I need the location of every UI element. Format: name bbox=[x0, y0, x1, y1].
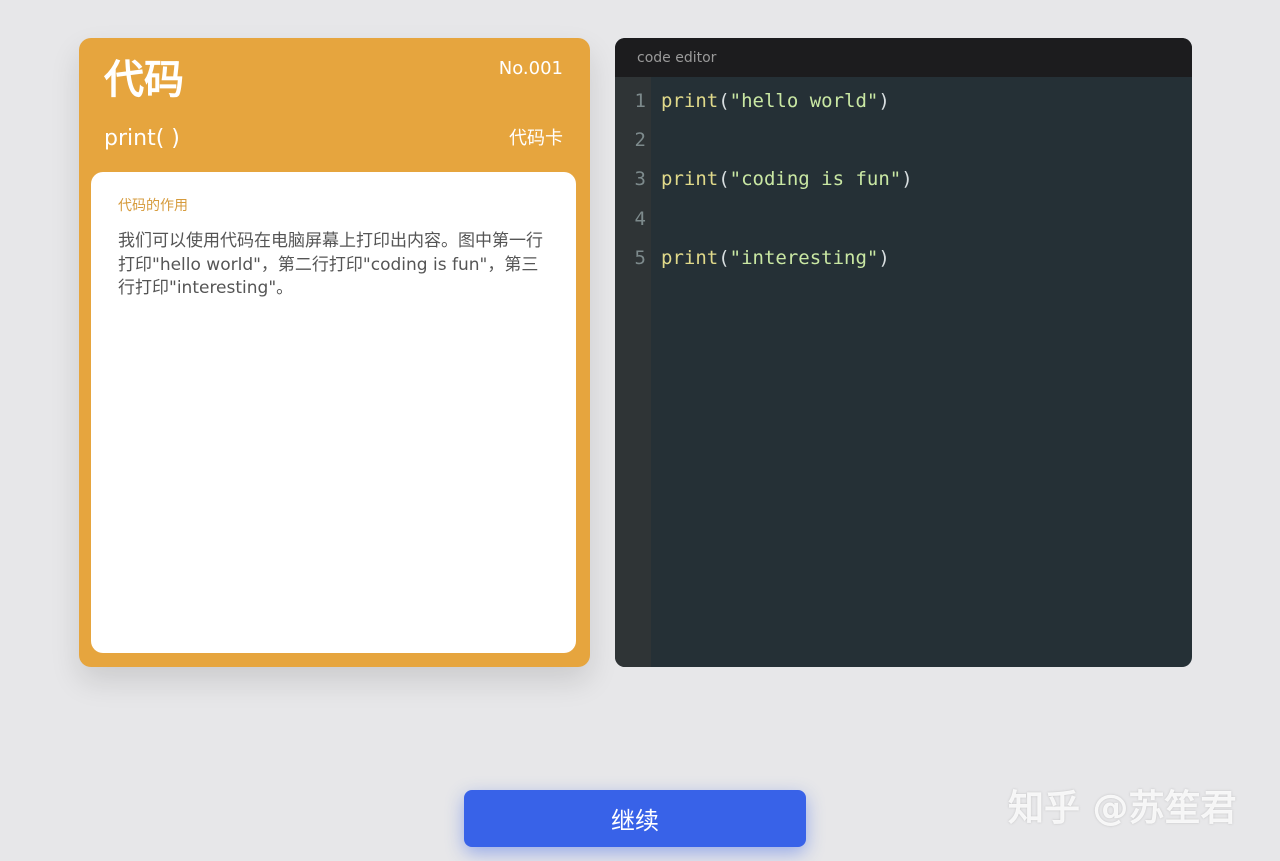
code-line[interactable]: 3 print("coding is fun") bbox=[615, 164, 1192, 194]
line-number: 3 bbox=[634, 168, 646, 190]
watermark: 知乎 @苏笙君 bbox=[1008, 788, 1237, 829]
code-paren-open: ( bbox=[718, 90, 730, 112]
code-paren-open: ( bbox=[718, 247, 730, 269]
line-number: 1 bbox=[634, 90, 646, 112]
app-stage: 代码 No.001 print( ) 代码卡 代码的作用 我们可以使用代码在电脑… bbox=[0, 0, 1280, 861]
line-code: print("coding is fun") bbox=[661, 164, 913, 194]
description-text: 我们可以使用代码在电脑屏幕上打印出内容。图中第一行打印"hello world"… bbox=[118, 231, 543, 298]
card-title: 代码 bbox=[104, 57, 184, 103]
card-description-panel: 代码的作用 我们可以使用代码在电脑屏幕上打印出内容。图中第一行打印"hello … bbox=[91, 172, 576, 653]
code-string: "interesting" bbox=[729, 247, 879, 269]
editor-title: code editor bbox=[637, 50, 717, 66]
continue-button[interactable]: 继续 bbox=[464, 790, 806, 847]
line-number: 2 bbox=[634, 129, 646, 151]
code-paren-open: ( bbox=[718, 168, 730, 190]
code-line[interactable]: 4 bbox=[615, 204, 1192, 234]
code-line[interactable]: 2 bbox=[615, 125, 1192, 155]
line-number: 5 bbox=[634, 247, 646, 269]
line-number: 4 bbox=[634, 208, 646, 230]
line-code: print("interesting") bbox=[661, 243, 890, 273]
card-type-label: 代码卡 bbox=[509, 128, 563, 149]
code-paren-close: ) bbox=[878, 90, 890, 112]
editor-header: code editor bbox=[615, 38, 1192, 77]
code-string: "hello world" bbox=[729, 90, 879, 112]
code-string: "coding is fun" bbox=[729, 168, 902, 190]
code-paren-close: ) bbox=[901, 168, 913, 190]
card-number: No.001 bbox=[498, 58, 563, 79]
code-paren-close: ) bbox=[878, 247, 890, 269]
code-line[interactable]: 1 print("hello world") bbox=[615, 86, 1192, 116]
line-code: print("hello world") bbox=[661, 86, 890, 116]
code-line[interactable]: 5 print("interesting") bbox=[615, 243, 1192, 273]
code-editor[interactable]: code editor 1 print("hello world") 2 3 p… bbox=[615, 38, 1192, 667]
code-keyword: print bbox=[661, 90, 719, 112]
description-heading: 代码的作用 bbox=[118, 198, 188, 214]
card-function-name: print( ) bbox=[104, 126, 180, 151]
code-card: 代码 No.001 print( ) 代码卡 代码的作用 我们可以使用代码在电脑… bbox=[79, 38, 590, 667]
code-keyword: print bbox=[661, 247, 719, 269]
code-keyword: print bbox=[661, 168, 719, 190]
